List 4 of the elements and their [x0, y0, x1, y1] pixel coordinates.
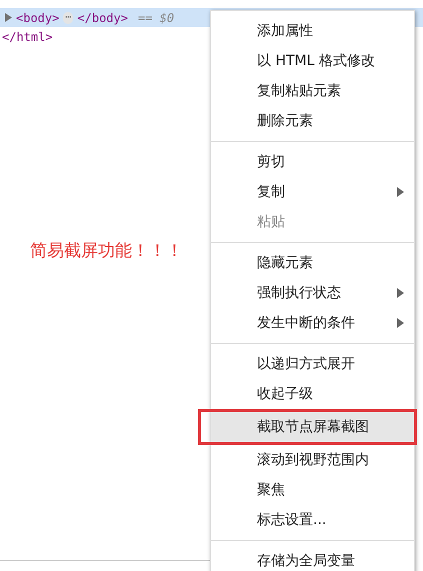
console-reference: == $0	[138, 10, 174, 24]
close-tag: </body>	[77, 10, 128, 24]
open-tag: <body>	[16, 10, 60, 24]
annotation-text: 简易截屏功能！！！	[30, 240, 183, 262]
